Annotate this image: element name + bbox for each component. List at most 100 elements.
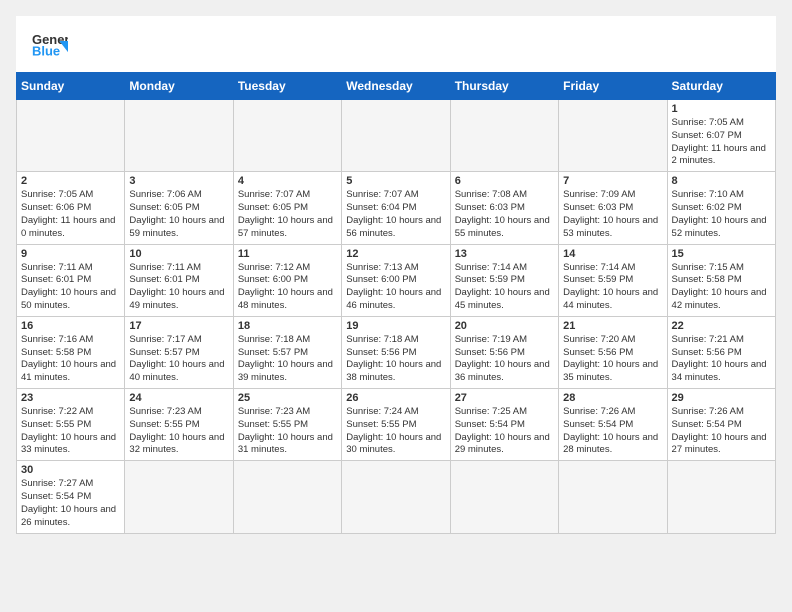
- day-number: 24: [129, 392, 228, 404]
- calendar-cell: [125, 461, 233, 533]
- day-number: 11: [238, 248, 337, 260]
- calendar-cell: 9 Sunrise: 7:11 AM Sunset: 6:01 PM Daylig…: [17, 244, 125, 316]
- day-number: 25: [238, 392, 337, 404]
- calendar-cell: 7 Sunrise: 7:09 AM Sunset: 6:03 PM Daylig…: [559, 172, 667, 244]
- calendar-cell: 3Sunrise: 7:06 AM Sunset: 6:05 PM Daylig…: [125, 172, 233, 244]
- day-number: 4: [238, 175, 337, 187]
- day-info: Sunrise: 7:07 AM Sunset: 6:04 PM Dayligh…: [346, 189, 445, 240]
- calendar-cell: 26Sunrise: 7:24 AM Sunset: 5:55 PM Dayli…: [342, 389, 450, 461]
- day-info: Sunrise: 7:27 AM Sunset: 5:54 PM Dayligh…: [21, 478, 120, 529]
- header: General Blue: [16, 16, 776, 72]
- calendar-cell: [233, 100, 341, 172]
- day-number: 17: [129, 320, 228, 332]
- day-info: Sunrise: 7:17 AM Sunset: 5:57 PM Dayligh…: [129, 334, 228, 385]
- weekday-header-wednesday: Wednesday: [342, 73, 450, 100]
- calendar-cell: [233, 461, 341, 533]
- day-number: 6: [455, 175, 554, 187]
- day-number: 21: [563, 320, 662, 332]
- calendar-cell: [450, 100, 558, 172]
- day-info: Sunrise: 7:16 AM Sunset: 5:58 PM Dayligh…: [21, 334, 120, 385]
- day-number: 2: [21, 175, 120, 187]
- calendar-cell: [559, 100, 667, 172]
- day-info: Sunrise: 7:10 AM Sunset: 6:02 PM Dayligh…: [672, 189, 771, 240]
- day-number: 29: [672, 392, 771, 404]
- day-info: Sunrise: 7:15 AM Sunset: 5:58 PM Dayligh…: [672, 262, 771, 313]
- weekday-header-saturday: Saturday: [667, 73, 775, 100]
- weekday-header-monday: Monday: [125, 73, 233, 100]
- day-number: 8: [672, 175, 771, 187]
- day-number: 10: [129, 248, 228, 260]
- calendar-cell: [450, 461, 558, 533]
- calendar-cell: 20 Sunrise: 7:19 AM Sunset: 5:56 PM Dayli…: [450, 316, 558, 388]
- day-info: Sunrise: 7:11 AM Sunset: 6:01 PM Dayligh…: [21, 262, 120, 313]
- calendar-cell: 25 Sunrise: 7:23 AM Sunset: 5:55 PM Dayli…: [233, 389, 341, 461]
- calendar-cell: 29 Sunrise: 7:26 AM Sunset: 5:54 PM Dayli…: [667, 389, 775, 461]
- day-number: 27: [455, 392, 554, 404]
- day-info: Sunrise: 7:12 AM Sunset: 6:00 PM Dayligh…: [238, 262, 337, 313]
- calendar-cell: 22 Sunrise: 7:21 AM Sunset: 5:56 PM Dayli…: [667, 316, 775, 388]
- day-info: Sunrise: 7:26 AM Sunset: 5:54 PM Dayligh…: [672, 406, 771, 457]
- calendar-cell: 14 Sunrise: 7:14 AM Sunset: 5:59 PM Dayli…: [559, 244, 667, 316]
- calendar-cell: 2Sunrise: 7:05 AM Sunset: 6:06 PM Daylig…: [17, 172, 125, 244]
- day-info: Sunrise: 7:23 AM Sunset: 5:55 PM Dayligh…: [238, 406, 337, 457]
- day-info: Sunrise: 7:19 AM Sunset: 5:56 PM Dayligh…: [455, 334, 554, 385]
- day-number: 13: [455, 248, 554, 260]
- calendar-cell: 19 Sunrise: 7:18 AM Sunset: 5:56 PM Dayli…: [342, 316, 450, 388]
- day-info: Sunrise: 7:11 AM Sunset: 6:01 PM Dayligh…: [129, 262, 228, 313]
- day-info: Sunrise: 7:22 AM Sunset: 5:55 PM Dayligh…: [21, 406, 120, 457]
- day-info: Sunrise: 7:05 AM Sunset: 6:07 PM Dayligh…: [672, 117, 771, 168]
- calendar-cell: 23 Sunrise: 7:22 AM Sunset: 5:55 PM Dayli…: [17, 389, 125, 461]
- calendar-cell: 11 Sunrise: 7:12 AM Sunset: 6:00 PM Dayli…: [233, 244, 341, 316]
- day-number: 5: [346, 175, 445, 187]
- calendar-cell: 13 Sunrise: 7:14 AM Sunset: 5:59 PM Dayli…: [450, 244, 558, 316]
- day-info: Sunrise: 7:23 AM Sunset: 5:55 PM Dayligh…: [129, 406, 228, 457]
- day-info: Sunrise: 7:06 AM Sunset: 6:05 PM Dayligh…: [129, 189, 228, 240]
- day-info: Sunrise: 7:09 AM Sunset: 6:03 PM Dayligh…: [563, 189, 662, 240]
- day-info: Sunrise: 7:08 AM Sunset: 6:03 PM Dayligh…: [455, 189, 554, 240]
- weekday-header-sunday: Sunday: [17, 73, 125, 100]
- day-number: 19: [346, 320, 445, 332]
- day-number: 12: [346, 248, 445, 260]
- day-number: 26: [346, 392, 445, 404]
- calendar-cell: 16Sunrise: 7:16 AM Sunset: 5:58 PM Dayli…: [17, 316, 125, 388]
- day-info: Sunrise: 7:20 AM Sunset: 5:56 PM Dayligh…: [563, 334, 662, 385]
- day-number: 7: [563, 175, 662, 187]
- calendar-cell: [125, 100, 233, 172]
- day-info: Sunrise: 7:14 AM Sunset: 5:59 PM Dayligh…: [563, 262, 662, 313]
- day-number: 9: [21, 248, 120, 260]
- logo: General Blue: [32, 28, 68, 64]
- calendar-cell: 24 Sunrise: 7:23 AM Sunset: 5:55 PM Dayli…: [125, 389, 233, 461]
- calendar-cell: [17, 100, 125, 172]
- calendar-cell: 17 Sunrise: 7:17 AM Sunset: 5:57 PM Dayli…: [125, 316, 233, 388]
- logo-icon: General Blue: [32, 28, 68, 64]
- calendar-cell: 18Sunrise: 7:18 AM Sunset: 5:57 PM Dayli…: [233, 316, 341, 388]
- day-number: 15: [672, 248, 771, 260]
- calendar-cell: 12 Sunrise: 7:13 AM Sunset: 6:00 PM Dayli…: [342, 244, 450, 316]
- calendar-cell: 6 Sunrise: 7:08 AM Sunset: 6:03 PM Daylig…: [450, 172, 558, 244]
- calendar-page: General Blue SundayMondayTuesdayWednesda…: [16, 16, 776, 534]
- calendar-cell: 4 Sunrise: 7:07 AM Sunset: 6:05 PM Daylig…: [233, 172, 341, 244]
- day-info: Sunrise: 7:21 AM Sunset: 5:56 PM Dayligh…: [672, 334, 771, 385]
- calendar-cell: 28 Sunrise: 7:26 AM Sunset: 5:54 PM Dayli…: [559, 389, 667, 461]
- day-info: Sunrise: 7:26 AM Sunset: 5:54 PM Dayligh…: [563, 406, 662, 457]
- day-info: Sunrise: 7:14 AM Sunset: 5:59 PM Dayligh…: [455, 262, 554, 313]
- day-number: 1: [672, 103, 771, 115]
- day-info: Sunrise: 7:18 AM Sunset: 5:56 PM Dayligh…: [346, 334, 445, 385]
- day-number: 30: [21, 464, 120, 476]
- day-number: 28: [563, 392, 662, 404]
- weekday-header-friday: Friday: [559, 73, 667, 100]
- day-info: Sunrise: 7:13 AM Sunset: 6:00 PM Dayligh…: [346, 262, 445, 313]
- day-number: 18: [238, 320, 337, 332]
- calendar-cell: 21 Sunrise: 7:20 AM Sunset: 5:56 PM Dayli…: [559, 316, 667, 388]
- calendar-cell: 10 Sunrise: 7:11 AM Sunset: 6:01 PM Dayli…: [125, 244, 233, 316]
- day-number: 14: [563, 248, 662, 260]
- day-info: Sunrise: 7:07 AM Sunset: 6:05 PM Dayligh…: [238, 189, 337, 240]
- calendar-cell: [667, 461, 775, 533]
- day-number: 20: [455, 320, 554, 332]
- day-number: 23: [21, 392, 120, 404]
- calendar-cell: 5 Sunrise: 7:07 AM Sunset: 6:04 PM Daylig…: [342, 172, 450, 244]
- day-number: 22: [672, 320, 771, 332]
- calendar-cell: 15 Sunrise: 7:15 AM Sunset: 5:58 PM Dayli…: [667, 244, 775, 316]
- calendar-cell: 8 Sunrise: 7:10 AM Sunset: 6:02 PM Daylig…: [667, 172, 775, 244]
- calendar-cell: 1 Sunrise: 7:05 AM Sunset: 6:07 PM Daylig…: [667, 100, 775, 172]
